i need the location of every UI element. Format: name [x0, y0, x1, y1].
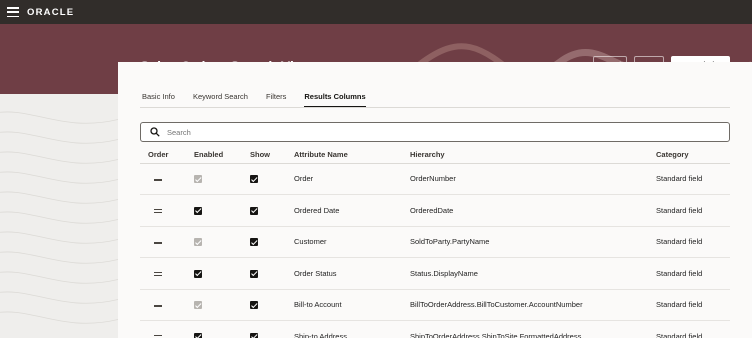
enabled-checkbox[interactable]: [194, 269, 202, 278]
show-checkbox[interactable]: [250, 206, 258, 215]
results-columns-table: Order Enabled Show Attribute Name Hierar…: [140, 146, 730, 338]
category-cell: Standard field: [656, 163, 730, 195]
show-checkbox[interactable]: [250, 269, 258, 278]
enabled-checkbox[interactable]: [194, 206, 202, 215]
attribute-name-cell: Ship-to Address: [294, 320, 410, 338]
table-row: Order OrderNumber Standard field: [140, 163, 730, 195]
table-header-row: Order Enabled Show Attribute Name Hierar…: [140, 146, 730, 164]
tab-basic-info[interactable]: Basic Info: [142, 92, 175, 108]
column-header-attribute-name[interactable]: Attribute Name: [294, 146, 410, 164]
drag-handle-icon[interactable]: [154, 242, 162, 245]
show-checkbox[interactable]: [250, 332, 258, 338]
table-row: Ordered Date OrderedDate Standard field: [140, 194, 730, 227]
hierarchy-cell: OrderedDate: [410, 194, 656, 227]
search-input[interactable]: [167, 127, 707, 137]
enabled-checkbox: [194, 175, 202, 184]
enabled-checkbox[interactable]: [194, 332, 202, 338]
table-row: Bill-to Account BillToOrderAddress.BillT…: [140, 289, 730, 321]
column-header-category[interactable]: Category: [656, 146, 730, 164]
table-row: Ship-to Address ShipToOrderAddress.ShipT…: [140, 320, 730, 338]
category-cell: Standard field: [656, 320, 730, 338]
search-icon: [150, 127, 160, 137]
background-decoration: [0, 94, 118, 338]
hierarchy-cell: SoldToParty.PartyName: [410, 226, 656, 258]
column-header-order[interactable]: Order: [140, 146, 194, 164]
results-columns-panel: Basic Info Keyword Search Filters Result…: [118, 62, 752, 338]
attribute-name-cell: Ordered Date: [294, 194, 410, 227]
tab-keyword-search[interactable]: Keyword Search: [193, 92, 248, 108]
drag-handle-icon[interactable]: [154, 305, 162, 308]
global-header: ORACLE: [0, 0, 752, 24]
column-header-show[interactable]: Show: [250, 146, 294, 164]
drag-handle-icon[interactable]: [154, 271, 162, 276]
search-field[interactable]: [140, 122, 730, 142]
column-header-hierarchy[interactable]: Hierarchy: [410, 146, 656, 164]
category-cell: Standard field: [656, 289, 730, 321]
table-row: Customer SoldToParty.PartyName Standard …: [140, 226, 730, 258]
category-cell: Standard field: [656, 194, 730, 227]
enabled-checkbox: [194, 238, 202, 247]
show-checkbox[interactable]: [250, 175, 258, 184]
hamburger-icon[interactable]: [7, 7, 19, 17]
category-cell: Standard field: [656, 226, 730, 258]
enabled-checkbox: [194, 301, 202, 310]
attribute-name-cell: Order: [294, 163, 410, 195]
show-checkbox[interactable]: [250, 238, 258, 247]
tab-results-columns[interactable]: Results Columns: [304, 92, 366, 108]
tab-bar: Basic Info Keyword Search Filters Result…: [142, 92, 366, 108]
tab-filters[interactable]: Filters: [266, 92, 286, 108]
hierarchy-cell: BillToOrderAddress.BillToCustomer.Accoun…: [410, 289, 656, 321]
oracle-logo[interactable]: ORACLE: [27, 7, 74, 18]
hierarchy-cell: ShipToOrderAddress.ShipToSite.FormattedA…: [410, 320, 656, 338]
attribute-name-cell: Customer: [294, 226, 410, 258]
hierarchy-cell: Status.DisplayName: [410, 257, 656, 290]
show-checkbox[interactable]: [250, 301, 258, 310]
table-row: Order Status Status.DisplayName Standard…: [140, 257, 730, 290]
tab-divider: [140, 107, 730, 108]
category-cell: Standard field: [656, 257, 730, 290]
drag-handle-icon[interactable]: [154, 208, 162, 213]
attribute-name-cell: Bill-to Account: [294, 289, 410, 321]
attribute-name-cell: Order Status: [294, 257, 410, 290]
hierarchy-cell: OrderNumber: [410, 163, 656, 195]
column-header-enabled[interactable]: Enabled: [194, 146, 250, 164]
drag-handle-icon[interactable]: [154, 179, 162, 182]
